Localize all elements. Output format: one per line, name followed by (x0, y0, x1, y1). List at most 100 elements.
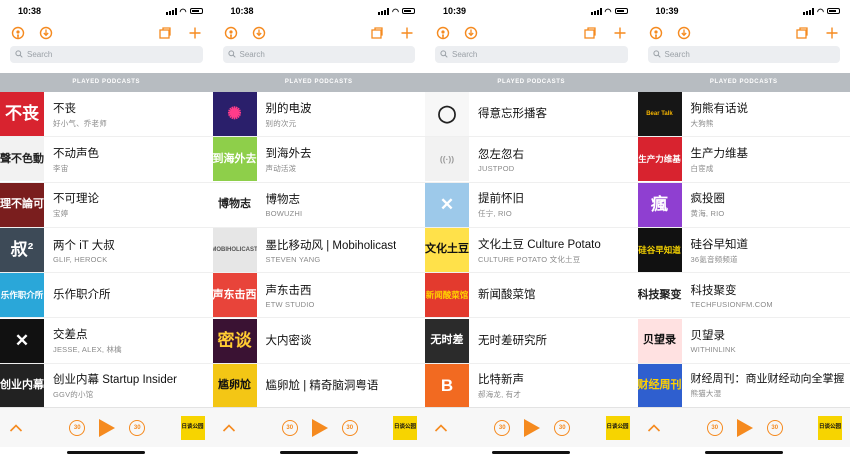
podcast-subtitle: BOWUZHI (265, 209, 303, 219)
podcast-icon[interactable] (435, 25, 451, 41)
podcast-row[interactable]: 尴卵尬 尴卵尬 | 精奇脑洞粤语 (212, 363, 425, 410)
chevron-up-icon[interactable] (221, 420, 237, 436)
podcast-meta: 不动声色 李宙 (44, 145, 99, 174)
podcast-row[interactable]: 生产力维基 生产力维基 白宦成 (637, 137, 850, 183)
podcast-subtitle: GGV的小馆 (53, 390, 94, 400)
search-placeholder: Search (664, 50, 690, 59)
podcast-row[interactable]: 叔² 两个 iT 大叔 GLIF, HEROCK (0, 228, 213, 274)
podcast-subtitle: ETW STUDIO (265, 299, 315, 309)
podcast-row[interactable]: 乐作职介所 乐作职介所 (0, 273, 213, 319)
signal-icon (590, 7, 602, 15)
podcast-row[interactable]: 科技聚变 科技聚变 TECHFUSIONFM.COM (637, 273, 850, 319)
podcast-subtitle: JUSTPOD (478, 163, 515, 173)
home-indicator (704, 451, 783, 454)
add-icon[interactable] (399, 25, 415, 41)
podcast-row[interactable]: ✕ 交差点 JESSE, ALEX, 林檎 (0, 318, 213, 364)
podcast-icon[interactable] (648, 25, 664, 41)
podcast-row[interactable]: 到海外去 到海外去 声动活泼 (212, 137, 425, 183)
podcast-subtitle: 熊猫大湿 (690, 388, 722, 398)
tag-icon[interactable] (582, 25, 598, 41)
skip-forward-button[interactable]: 30 (766, 419, 783, 436)
signal-icon (165, 7, 177, 15)
podcast-row[interactable]: 声东击西 声东击西 ETW STUDIO (212, 273, 425, 319)
mini-player: 30 30 日谈公园 (425, 407, 638, 447)
podcast-row[interactable]: ((·)) 忽左忽右 JUSTPOD (425, 137, 638, 183)
toolbar (638, 22, 850, 44)
podcast-subtitle: 宝婷 (53, 209, 69, 219)
podcast-row[interactable]: 文化土豆 文化土豆 Culture Potato CULTURE POTATO … (425, 228, 638, 274)
now-playing-artwork[interactable]: 日谈公园 (180, 415, 205, 440)
podcast-title: 大内密谈 (265, 334, 312, 347)
podcast-icon[interactable] (223, 25, 239, 41)
podcast-row[interactable]: 硅谷早知道 硅谷早知道 36氪音频频道 (637, 228, 850, 274)
podcast-row[interactable]: 理不論可 不可理论 宝婷 (0, 182, 213, 228)
add-icon[interactable] (612, 25, 628, 41)
search-placeholder: Search (452, 50, 478, 59)
podcast-row[interactable]: 无时差 无时差研究所 (425, 318, 638, 364)
wifi-icon: ◠ (179, 6, 187, 16)
status-icons: ◠ (590, 7, 628, 16)
podcast-row[interactable]: 创业内幕 创业内幕 Startup Insider GGV的小馆 (0, 363, 213, 410)
search-input[interactable]: Search (435, 46, 628, 63)
podcast-artwork: 理不論可 (0, 182, 44, 227)
skip-forward-button[interactable]: 30 (554, 419, 571, 436)
section-header-played-podcasts: PLAYED PODCASTS (637, 73, 850, 92)
search-input[interactable]: Search (222, 46, 415, 63)
skip-back-button[interactable]: 30 (494, 419, 511, 436)
podcast-row[interactable]: 贝望录 贝望录 WITHINLINK (637, 318, 850, 364)
now-playing-artwork[interactable]: 日谈公园 (818, 415, 842, 440)
play-button[interactable] (736, 418, 753, 437)
skip-forward-button[interactable]: 30 (129, 419, 146, 436)
podcast-row[interactable]: B 比特新声 郝海龙, 有才 (425, 363, 638, 410)
now-playing-artwork[interactable]: 日谈公园 (605, 415, 630, 440)
podcast-row[interactable]: ◯ 得意忘形播客 (425, 92, 638, 138)
download-icon[interactable] (463, 25, 479, 41)
podcast-row[interactable]: 不丧 不丧 好小气、乔老师 (0, 92, 213, 138)
search-input[interactable]: Search (10, 46, 203, 63)
podcast-title: 不可理论 (53, 193, 99, 206)
play-button[interactable] (99, 418, 116, 437)
tag-icon[interactable] (369, 25, 385, 41)
podcast-row[interactable]: 密谈 大内密谈 (212, 318, 425, 364)
now-playing-artwork[interactable]: 日谈公园 (393, 415, 417, 440)
podcast-row[interactable]: Bear Talk 狗熊有话说 大狗熊 (637, 92, 850, 138)
podcast-row[interactable]: ✺ 别的电波 别的次元 (212, 92, 425, 138)
skip-back-button[interactable]: 30 (706, 419, 723, 436)
podcast-meta: 狗熊有话说 大狗熊 (682, 100, 749, 129)
podcast-artwork: 财经周刊 (637, 363, 682, 408)
skip-back-button[interactable]: 30 (69, 419, 86, 436)
add-icon[interactable] (187, 25, 203, 41)
play-button[interactable] (311, 418, 328, 437)
download-icon[interactable] (676, 25, 692, 41)
podcast-title: 创业内幕 Startup Insider (53, 374, 177, 387)
podcast-row[interactable]: 瘋 疯投圈 黄海, RIO (637, 182, 850, 228)
podcast-row[interactable]: 新闻酸菜馆 新闻酸菜馆 (425, 273, 638, 319)
podcast-meta: 得意忘形播客 (469, 105, 547, 123)
tag-icon[interactable] (794, 25, 810, 41)
chevron-up-icon[interactable] (433, 420, 449, 436)
podcast-meta: 博物志 BOWUZHI (257, 191, 303, 218)
podcast-row[interactable]: ✕ 提前怀旧 任宁, RIO (425, 182, 638, 228)
search-input[interactable]: Search (647, 46, 840, 63)
battery-icon (402, 8, 415, 14)
podcast-meta: 两个 iT 大叔 GLIF, HEROCK (44, 237, 115, 264)
podcast-subtitle: 白宦成 (690, 163, 714, 173)
podcast-row[interactable]: 财经周刊 财经周刊：商业财经动向全掌握 熊猫大湿 (637, 363, 850, 410)
skip-back-button[interactable]: 30 (281, 419, 298, 436)
download-icon[interactable] (251, 25, 267, 41)
podcast-icon[interactable] (10, 25, 26, 41)
podcast-row[interactable]: MOBIHOLICAST 墨比移动风 | Mobiholicast STEVEN… (212, 228, 425, 274)
chevron-up-icon[interactable] (8, 420, 24, 436)
podcast-artwork: 无时差 (425, 318, 469, 363)
podcast-artwork: 不丧 (0, 92, 44, 137)
download-icon[interactable] (38, 25, 54, 41)
tag-icon[interactable] (157, 25, 173, 41)
play-button[interactable] (524, 418, 541, 437)
chevron-up-icon[interactable] (646, 420, 662, 436)
podcast-row[interactable]: 博物志 博物志 BOWUZHI (212, 182, 425, 228)
podcast-row[interactable]: 聲不色動 不动声色 李宙 (0, 137, 213, 183)
search-placeholder: Search (27, 50, 53, 59)
podcast-subtitle: 别的次元 (265, 118, 297, 128)
add-icon[interactable] (824, 25, 840, 41)
skip-forward-button[interactable]: 30 (341, 419, 358, 436)
